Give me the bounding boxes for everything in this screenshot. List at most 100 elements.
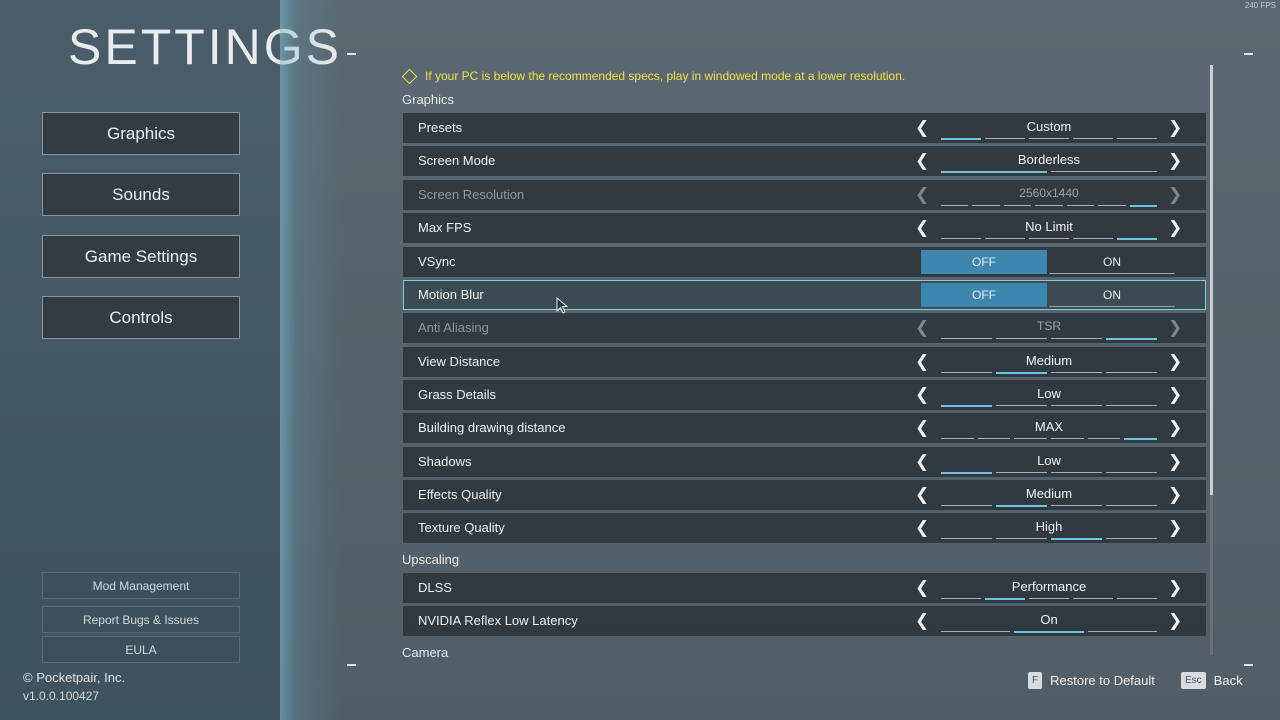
value-indicator [941,405,1157,407]
arrow-left-icon[interactable]: ❮ [915,519,929,536]
setting-row-dlss[interactable]: DLSS ❮ Performance ❯ [403,573,1206,603]
setting-row-view-distance[interactable]: View Distance ❮ Medium ❯ [403,347,1206,377]
motion-blur-toggle[interactable]: OFF ON [921,283,1175,307]
section-camera-heading: Camera [402,645,449,660]
arrow-left-icon[interactable]: ❮ [915,419,929,436]
arrow-left-icon[interactable]: ❮ [915,152,929,169]
value-segment [1098,205,1126,206]
setting-row-max-fps[interactable]: Max FPS ❮ No Limit ❯ [403,213,1206,243]
value-segment [941,138,981,140]
corner-marker-bottom-left [347,664,356,666]
arrow-right-icon[interactable]: ❯ [1168,419,1182,436]
arrow-right-icon[interactable]: ❯ [1168,119,1182,136]
setting-row-presets[interactable]: Presets ❮ Custom ❯ [403,113,1206,143]
vsync-toggle[interactable]: OFF ON [921,250,1175,274]
value-indicator [941,372,1157,374]
nav-game-settings-button[interactable]: Game Settings [42,235,240,278]
setting-label: Motion Blur [418,287,484,302]
arrow-left-icon[interactable]: ❮ [915,219,929,236]
value-segment [941,598,981,599]
value-segment [1073,598,1113,599]
toggle-off-option[interactable]: OFF [921,250,1047,274]
setting-row-texture-quality[interactable]: Texture Quality ❮ High ❯ [403,513,1206,543]
setting-label: DLSS [418,580,452,595]
setting-row-nvidia-reflex[interactable]: NVIDIA Reflex Low Latency ❮ On ❯ [403,606,1206,636]
warning-banner: If your PC is below the recommended spec… [401,68,905,84]
arrow-right-icon: ❯ [1168,318,1183,337]
arrow-right-icon[interactable]: ❯ [1168,152,1182,169]
value-segment [1106,472,1157,473]
value-segment [1003,205,1032,206]
setting-value: 2560x1440 [1019,186,1079,200]
setting-row-anti-aliasing: Anti Aliasing ❮ TSR ❯ [403,313,1206,343]
setting-value: TSR [1037,319,1061,333]
value-indicator [941,505,1157,507]
nav-controls-button[interactable]: Controls [42,296,240,339]
setting-value: MAX [1034,419,1064,434]
arrow-right-icon[interactable]: ❯ [1168,612,1182,629]
setting-label: Shadows [418,454,472,469]
arrow-left-icon[interactable]: ❮ [915,353,929,370]
esc-key-icon: Esc [1181,672,1206,689]
arrow-left-icon[interactable]: ❮ [915,386,929,403]
arrow-left-icon[interactable]: ❮ [915,612,929,629]
setting-value: Performance [1011,579,1087,594]
warning-icon [401,68,418,84]
setting-row-screen-mode[interactable]: Screen Mode ❮ Borderless ❯ [403,146,1206,176]
arrow-right-icon[interactable]: ❯ [1168,453,1182,470]
value-segment [1029,138,1069,139]
value-segment [1117,138,1157,139]
arrow-right-icon[interactable]: ❯ [1168,386,1182,403]
setting-row-motion-blur[interactable]: Motion Blur OFF ON [403,280,1206,310]
setting-row-building-drawing-distance[interactable]: Building drawing distance ❮ MAX ❯ [403,413,1206,443]
value-indicator [941,598,1157,600]
setting-row-grass-details[interactable]: Grass Details ❮ Low ❯ [403,380,1206,410]
mod-management-button[interactable]: Mod Management [42,572,240,599]
setting-value: Medium [1025,486,1073,501]
value-segment [941,405,992,407]
value-segment [941,505,992,506]
arrow-left-icon[interactable]: ❮ [915,579,929,596]
toggle-on-option[interactable]: ON [1049,283,1175,307]
setting-row-shadows[interactable]: Shadows ❮ Low ❯ [403,447,1206,477]
setting-label: Grass Details [418,387,497,402]
report-bugs-button[interactable]: Report Bugs & Issues [42,606,240,633]
nav-graphics-button[interactable]: Graphics [42,112,240,155]
nav-sounds-button[interactable]: Sounds [42,173,240,216]
toggle-on-option[interactable]: ON [1049,250,1175,274]
value-segment [941,538,992,539]
value-segment [1035,205,1063,206]
setting-value: Custom [1026,119,1072,134]
setting-row-vsync[interactable]: VSync OFF ON [403,247,1206,277]
value-segment [1087,631,1157,632]
setting-label: Screen Resolution [418,187,525,202]
arrow-right-icon[interactable]: ❯ [1168,219,1182,236]
setting-value: Medium [1025,353,1073,368]
setting-row-effects-quality[interactable]: Effects Quality ❮ Medium ❯ [403,480,1206,510]
scrollbar-thumb[interactable] [1210,65,1213,495]
value-segment [977,438,1011,439]
eula-button[interactable]: EULA [42,636,240,663]
setting-value: No Limit [1025,219,1073,234]
value-segment [1106,505,1157,506]
arrow-right-icon[interactable]: ❯ [1168,486,1182,503]
setting-label: Texture Quality [418,520,505,535]
arrow-left-icon[interactable]: ❮ [915,453,929,470]
value-indicator [941,538,1157,540]
setting-label: NVIDIA Reflex Low Latency [418,613,578,628]
arrow-right-icon[interactable]: ❯ [1168,519,1182,536]
value-segment [1117,238,1157,240]
value-segment [1073,138,1113,139]
back-button[interactable]: Esc Back [1181,672,1243,689]
value-segment [996,338,1047,339]
setting-label: Effects Quality [418,487,502,502]
restore-default-button[interactable]: F Restore to Default [1028,672,1155,689]
arrow-right-icon[interactable]: ❯ [1168,579,1182,596]
arrow-left-icon[interactable]: ❮ [915,486,929,503]
value-segment [1106,338,1157,340]
toggle-off-option[interactable]: OFF [921,283,1047,307]
arrow-right-icon[interactable]: ❯ [1168,353,1182,370]
setting-label: VSync [418,254,456,269]
value-segment [1014,438,1048,439]
arrow-left-icon[interactable]: ❮ [915,119,929,136]
